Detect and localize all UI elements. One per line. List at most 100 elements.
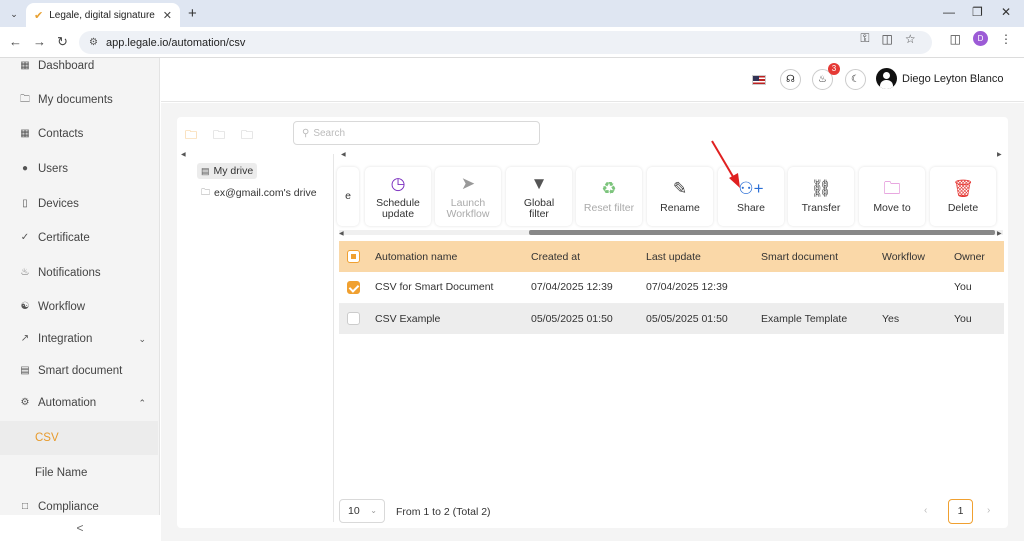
browser-tab[interactable]: ✔ Legale, digital signature ✕ bbox=[26, 3, 180, 27]
toolbar-scroll-right-icon[interactable]: ▶ bbox=[997, 151, 1002, 158]
reset-filter-button[interactable]: ♻ Reset filter bbox=[576, 167, 642, 226]
delete-button[interactable]: 🗑 Delete bbox=[930, 167, 996, 226]
restore-window-icon[interactable]: ❐ bbox=[972, 5, 983, 19]
search-input[interactable]: ⚲ Search bbox=[293, 121, 540, 145]
sidebar-item-notifications[interactable]: ♨ Notifications bbox=[0, 258, 160, 288]
cell-created-at: 07/04/2025 12:39 bbox=[531, 272, 646, 304]
password-key-icon[interactable]: ⚿ bbox=[860, 31, 869, 46]
launch-workflow-button[interactable]: ➤ Launch Workflow bbox=[435, 167, 501, 226]
site-settings-icon[interactable]: ⚙ bbox=[89, 37, 98, 48]
rocket-icon: ➤ bbox=[460, 173, 476, 193]
folder-move-icon: 🗀 bbox=[883, 179, 901, 198]
tree-node-my-drive[interactable]: ▤ My drive bbox=[197, 163, 258, 179]
toolbar-horizontal-scrollbar[interactable] bbox=[339, 230, 1003, 235]
toolbar-button-label: e bbox=[345, 190, 351, 202]
move-to-button[interactable]: 🗀 Move to bbox=[859, 167, 925, 226]
page-size-value: 10 bbox=[348, 505, 360, 517]
profile-avatar[interactable]: D bbox=[973, 31, 988, 46]
back-arrow-icon[interactable]: ← bbox=[9, 34, 22, 49]
search-placeholder: Search bbox=[313, 127, 346, 139]
sidebar-item-certificate[interactable]: ✓ Certificate bbox=[0, 223, 160, 253]
browser-menu-icon[interactable]: ⋮ bbox=[1000, 32, 1012, 46]
toolbar-scroll-left-icon[interactable]: ◀ bbox=[341, 151, 346, 158]
tree-scroll-left-icon[interactable]: ◀ bbox=[181, 151, 186, 158]
scroll-left-arrow-icon[interactable]: ◀ bbox=[339, 230, 344, 237]
global-filter-button[interactable]: ▼ Global filter bbox=[506, 167, 572, 226]
user-name[interactable]: Diego Leyton Blanco bbox=[902, 73, 1004, 85]
page-size-select[interactable]: 10 ⌄ bbox=[339, 499, 385, 523]
sidebar-subitem-file-name[interactable]: File Name bbox=[0, 456, 158, 490]
close-tab-icon[interactable]: ✕ bbox=[163, 9, 172, 22]
user-avatar[interactable] bbox=[876, 68, 897, 89]
new-folder-icon[interactable]: 🗀 bbox=[185, 126, 197, 147]
us-flag-icon[interactable] bbox=[752, 75, 766, 85]
reload-icon[interactable]: ↻ bbox=[57, 34, 68, 50]
column-header-created-at[interactable]: Created at bbox=[531, 241, 646, 272]
row-checkbox[interactable] bbox=[347, 312, 360, 326]
automation-icon: ⚙ bbox=[20, 397, 30, 408]
button-label-line2: filter bbox=[529, 207, 549, 220]
schedule-update-button[interactable]: ◷ Schedule update bbox=[365, 167, 431, 226]
user-icon: ● bbox=[21, 163, 29, 174]
sidebar-item-label: Compliance bbox=[38, 501, 99, 513]
previous-page-icon[interactable]: ‹ bbox=[924, 505, 927, 516]
scrollbar-thumb[interactable] bbox=[529, 230, 995, 235]
tab-search-chevron-icon[interactable]: ⌄ bbox=[6, 6, 22, 22]
sidebar-item-integration[interactable]: ↗ Integration ⌄ bbox=[0, 324, 160, 354]
sidebar-item-contacts[interactable]: ▦ Contacts bbox=[0, 119, 160, 149]
sidebar-subitem-csv[interactable]: CSV bbox=[0, 421, 158, 455]
legale-favicon-icon: ✔ bbox=[34, 9, 44, 22]
column-header-last-update[interactable]: Last update bbox=[646, 241, 761, 272]
select-all-checkbox[interactable] bbox=[347, 250, 360, 263]
sidebar-item-devices[interactable]: ▯ Devices bbox=[0, 189, 160, 219]
rename-button[interactable]: ✎ Rename bbox=[647, 167, 713, 226]
sidebar-item-compliance[interactable]: □ Compliance bbox=[0, 495, 160, 515]
button-label-line1: Global bbox=[523, 196, 555, 209]
install-app-icon[interactable]: ◫ bbox=[882, 32, 893, 46]
page-number-button[interactable]: 1 bbox=[948, 499, 973, 524]
pen-icon: ✎ bbox=[672, 179, 688, 198]
device-icon: ▯ bbox=[22, 198, 28, 209]
share-button[interactable]: ⚇+ Share bbox=[718, 167, 784, 226]
toolbar-button-partial[interactable]: e bbox=[337, 167, 359, 226]
sidebar-item-label: Integration bbox=[38, 333, 93, 345]
tree-node-shared-drive[interactable]: 🗀 ex@gmail.com's drive bbox=[201, 185, 317, 201]
app-header: ☊ ♨ 3 ☾ Diego Leyton Blanco bbox=[161, 58, 1024, 102]
new-tab-plus-icon[interactable]: + bbox=[188, 5, 197, 22]
forward-arrow-icon[interactable]: → bbox=[33, 34, 46, 49]
table-row[interactable]: CSV Example 05/05/2025 01:50 05/05/2025 … bbox=[339, 303, 1004, 334]
contacts-icon: ▦ bbox=[20, 128, 30, 139]
close-window-icon[interactable]: ✕ bbox=[1001, 5, 1011, 19]
upload-folder-icon[interactable]: 🗀 bbox=[213, 126, 225, 147]
shield-icon: ✓ bbox=[20, 232, 30, 243]
minimize-window-icon[interactable]: — bbox=[943, 5, 955, 19]
transfer-button[interactable]: ⛓ Transfer bbox=[788, 167, 854, 226]
column-header-smart-document[interactable]: Smart document bbox=[761, 241, 882, 272]
url-field[interactable]: ⚙ app.legale.io/automation/csv bbox=[79, 31, 932, 54]
cell-automation-name: CSV Example bbox=[375, 303, 531, 334]
folder-outline-icon[interactable]: 🗀 bbox=[241, 126, 253, 147]
compliance-icon: □ bbox=[21, 501, 29, 512]
column-header-owner[interactable]: Owner bbox=[954, 241, 1004, 272]
table-row[interactable]: CSV for Smart Document 07/04/2025 12:39 … bbox=[339, 272, 1004, 304]
sidebar-item-users[interactable]: ● Users bbox=[0, 154, 160, 184]
button-label-line1: Schedule bbox=[376, 196, 420, 209]
column-header-workflow[interactable]: Workflow bbox=[882, 241, 954, 272]
sidebar-item-automation[interactable]: ⚙ Automation ⌃ bbox=[0, 388, 160, 418]
pagination-summary: From 1 to 2 (Total 2) bbox=[396, 506, 491, 518]
sidebar-subitem-label: CSV bbox=[35, 432, 59, 444]
sidebar-item-my-documents[interactable]: 🗀 My documents bbox=[0, 85, 160, 115]
sidebar-item-dashboard[interactable]: ▦ Dashboard bbox=[0, 51, 160, 81]
collapse-sidebar-button[interactable]: < bbox=[0, 515, 160, 541]
row-checkbox[interactable] bbox=[347, 280, 360, 294]
theme-toggle-moon-icon[interactable]: ☾ bbox=[845, 69, 866, 90]
browser-toolbar-icons: ⚿ ◫ ☆ ◫ D ⋮ bbox=[860, 31, 1012, 46]
extensions-puzzle-icon[interactable]: ◫ bbox=[950, 32, 961, 46]
sidebar-item-workflow[interactable]: ☯ Workflow bbox=[0, 292, 160, 322]
bookmark-star-icon[interactable]: ☆ bbox=[905, 32, 916, 46]
column-header-automation-name[interactable]: Automation name bbox=[375, 241, 531, 272]
sidebar-item-smart-document[interactable]: ▤ Smart document bbox=[0, 356, 160, 386]
next-page-icon[interactable]: › bbox=[987, 505, 990, 516]
scroll-right-arrow-icon[interactable]: ▶ bbox=[997, 230, 1002, 237]
support-headset-icon[interactable]: ☊ bbox=[780, 69, 801, 90]
